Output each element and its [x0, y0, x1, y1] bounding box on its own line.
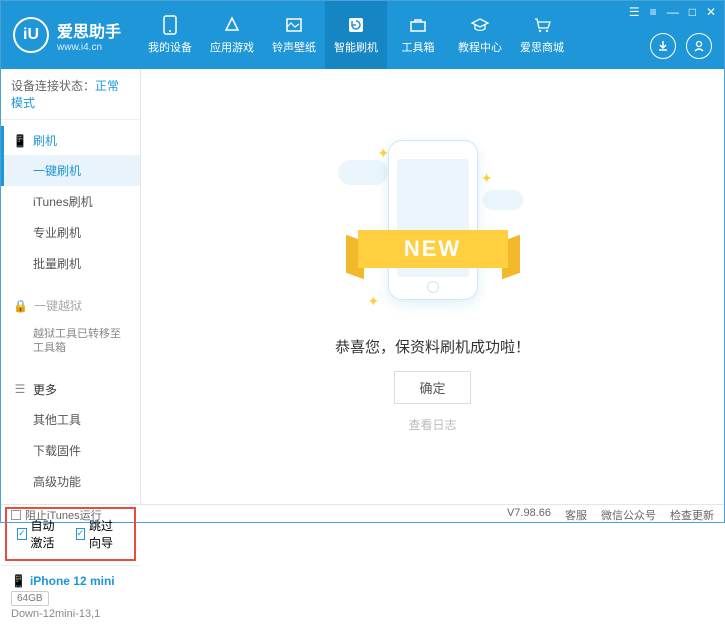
- sidebar: 设备连接状态：正常模式 📱 刷机 一键刷机 iTunes刷机 专业刷机 批量刷机…: [1, 69, 141, 504]
- new-ribbon: NEW: [358, 230, 508, 268]
- apps-icon: [222, 15, 242, 35]
- sidebar-item-batch-flash[interactable]: 批量刷机: [1, 248, 140, 279]
- refresh-icon: [346, 15, 366, 35]
- footer-link-wechat[interactable]: 微信公众号: [601, 507, 656, 523]
- sidebar-item-advanced[interactable]: 高级功能: [1, 466, 140, 497]
- sidebar-group-flash[interactable]: 📱 刷机: [1, 126, 140, 155]
- nav-smart-flash[interactable]: 智能刷机: [325, 1, 387, 69]
- checkbox-empty-icon: [11, 510, 21, 520]
- view-log-link[interactable]: 查看日志: [408, 416, 456, 433]
- nav-ringtone-wallpaper[interactable]: 铃声壁纸: [263, 1, 325, 69]
- ok-button[interactable]: 确定: [394, 371, 470, 404]
- storage-badge: 64GB: [11, 591, 49, 606]
- app-logo-icon: iU: [13, 17, 49, 53]
- phone-tiny-icon: 📱: [11, 574, 26, 588]
- phone-small-icon: 📱: [13, 134, 27, 148]
- sidebar-group-more[interactable]: ☰ 更多: [1, 375, 140, 404]
- maximize-button[interactable]: □: [689, 5, 696, 19]
- cart-icon: [532, 15, 552, 35]
- close-button[interactable]: ✕: [706, 5, 716, 19]
- checkbox-icon: ✓: [17, 528, 27, 540]
- menu-icon[interactable]: ☰: [629, 5, 640, 19]
- nav-store[interactable]: 爱思商城: [511, 1, 573, 69]
- app-url: www.i4.cn: [57, 42, 121, 53]
- app-name: 爱思助手: [57, 18, 121, 42]
- download-button[interactable]: [650, 33, 676, 59]
- minimize-button[interactable]: —: [667, 5, 679, 19]
- version-label: V7.98.66: [507, 507, 551, 523]
- sidebar-item-other-tools[interactable]: 其他工具: [1, 404, 140, 435]
- sidebar-item-oneclick-flash[interactable]: 一键刷机: [1, 155, 140, 186]
- graduation-icon: [470, 15, 490, 35]
- device-name: 📱iPhone 12 mini: [11, 574, 130, 588]
- window-controls: ☰ ≡ — □ ✕: [629, 5, 716, 19]
- lock-icon[interactable]: ≡: [650, 5, 657, 19]
- nav-tutorial[interactable]: 教程中心: [449, 1, 511, 69]
- jailbreak-note: 越狱工具已转移至 工具箱: [1, 320, 140, 363]
- toolbox-icon: [408, 15, 428, 35]
- nav-toolbox[interactable]: 工具箱: [387, 1, 449, 69]
- nav-apps-games[interactable]: 应用游戏: [201, 1, 263, 69]
- checkbox-block-itunes[interactable]: 阻止iTunes运行: [11, 507, 102, 523]
- main-nav: 我的设备 应用游戏 铃声壁纸 智能刷机 工具箱 教程中心 爱思商城: [139, 1, 573, 69]
- checkbox-icon: ✓: [76, 528, 86, 540]
- device-model: Down-12mini-13,1: [11, 608, 130, 620]
- sidebar-item-download-firmware[interactable]: 下载固件: [1, 435, 140, 466]
- main-content: ✦ ✦ ✦ NEW 恭喜您，保资料刷机成功啦！ 确定 查看日志: [141, 69, 724, 504]
- app-header: iU 爱思助手 www.i4.cn 我的设备 应用游戏 铃声壁纸 智能刷机 工具…: [1, 1, 724, 69]
- device-info[interactable]: 📱iPhone 12 mini 64GB Down-12mini-13,1: [1, 565, 140, 628]
- lock-icon: 🔒: [13, 299, 28, 313]
- success-message: 恭喜您，保资料刷机成功啦！: [335, 336, 530, 357]
- nav-my-device[interactable]: 我的设备: [139, 1, 201, 69]
- footer-link-update[interactable]: 检查更新: [670, 507, 714, 523]
- success-illustration: ✦ ✦ ✦ NEW: [368, 140, 498, 320]
- sidebar-item-itunes-flash[interactable]: iTunes刷机: [1, 186, 140, 217]
- wallpaper-icon: [284, 15, 304, 35]
- phone-icon: [160, 15, 180, 35]
- sidebar-item-pro-flash[interactable]: 专业刷机: [1, 217, 140, 248]
- connection-status: 设备连接状态：正常模式: [1, 69, 140, 120]
- header-right-buttons: [650, 33, 712, 59]
- phone-icon: [388, 140, 478, 300]
- list-icon: ☰: [13, 382, 27, 396]
- user-button[interactable]: [686, 33, 712, 59]
- footer-link-support[interactable]: 客服: [565, 507, 587, 523]
- sidebar-group-jailbreak: 🔒 一键越狱: [1, 291, 140, 320]
- logo-area: iU 爱思助手 www.i4.cn: [13, 17, 121, 53]
